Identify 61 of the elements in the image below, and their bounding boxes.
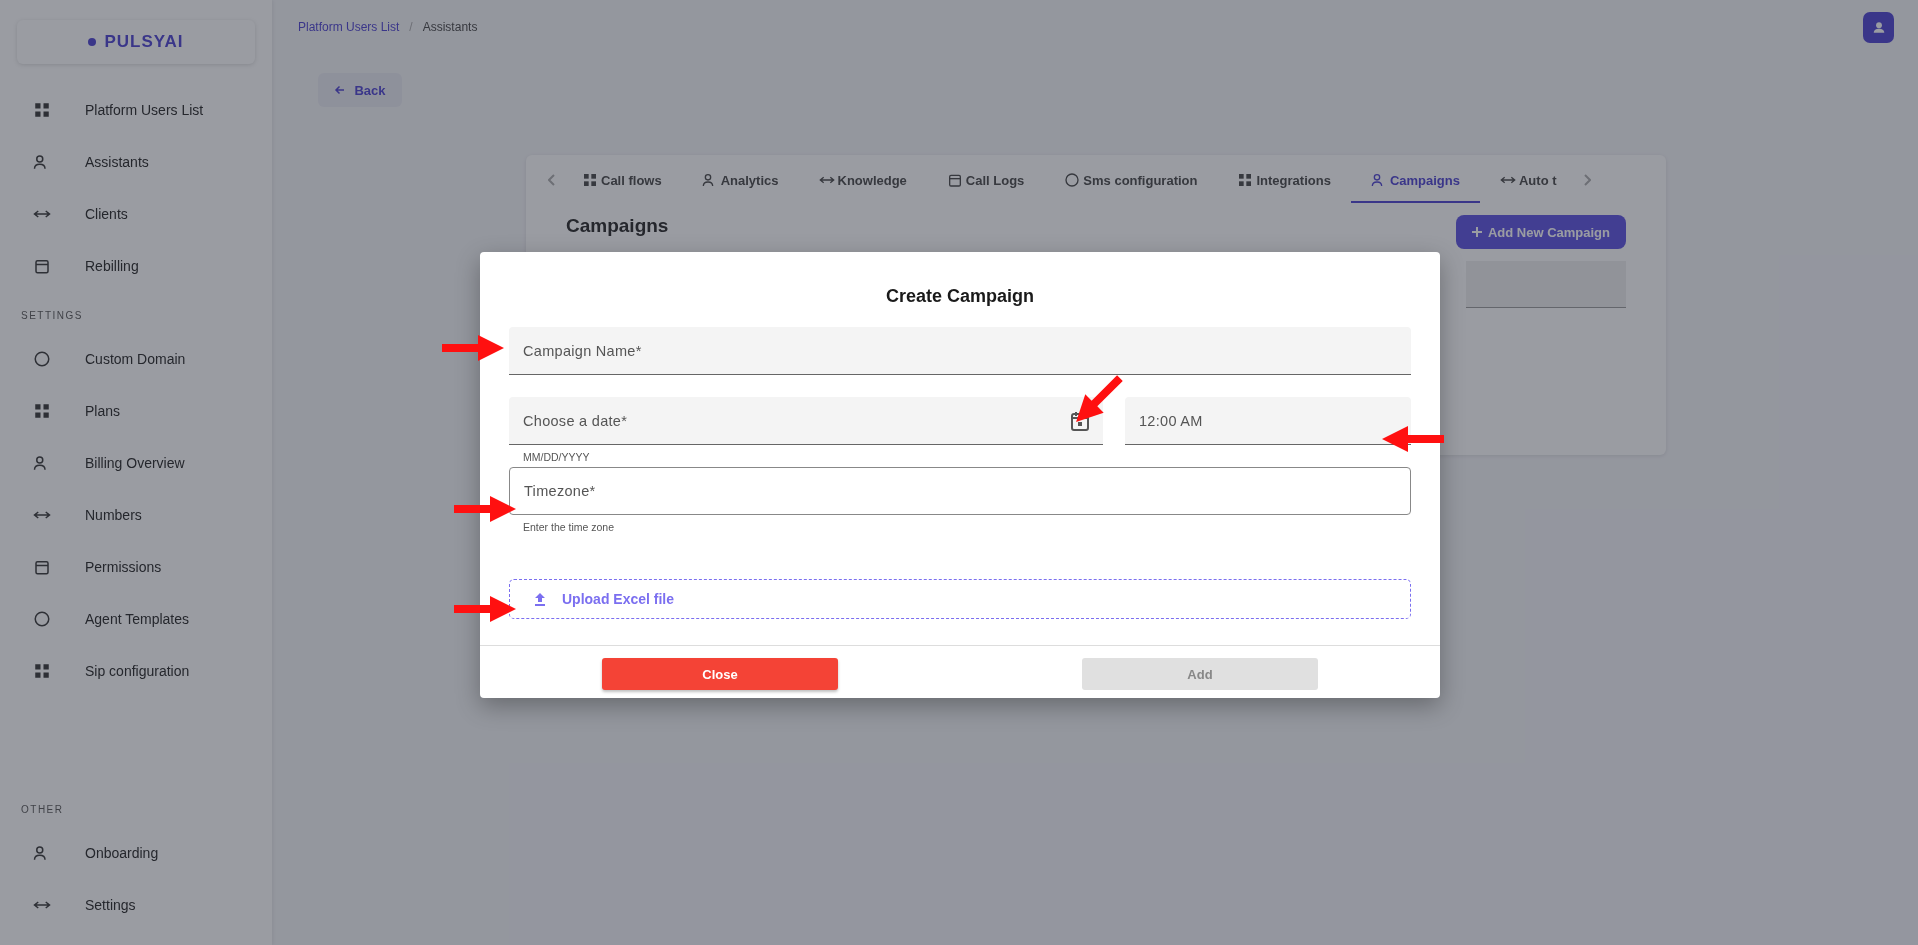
tab[interactable]: Sms configuration [1044, 159, 1218, 203]
sidebar-item[interactable]: Onboarding [17, 827, 255, 879]
helper-text: Enter the time zone [522, 520, 616, 535]
plus-icon [1471, 227, 1482, 237]
sidebar-item[interactable]: Platform Users List [17, 84, 255, 136]
date-field[interactable]: Choose a date* [509, 397, 1103, 445]
helper-text: MM/DD/YYYY [522, 450, 591, 465]
sidebar-item[interactable]: Billing Overview [17, 437, 255, 489]
menu-item-icon [33, 350, 51, 368]
annotation-arrow [452, 594, 518, 624]
chevron-right-icon[interactable] [1582, 174, 1591, 186]
tab[interactable]: Integrations [1217, 159, 1351, 203]
menu-item-icon [33, 402, 51, 420]
section-heading: OTHER [20, 803, 65, 817]
name-field[interactable]: Campaign Name* [509, 327, 1411, 375]
breadcrumb-link[interactable]: Platform Users List [298, 20, 400, 34]
menu-item-icon [33, 662, 51, 680]
breadcrumb-current: Assistants [422, 20, 478, 34]
logo: PULSYAI [17, 20, 255, 64]
sidebar-item[interactable]: Sip configuration [17, 645, 255, 697]
annotation-arrow [1380, 424, 1446, 454]
back-button[interactable]: Back [318, 73, 402, 107]
section-heading: SETTINGS [20, 309, 84, 323]
upload-icon [534, 592, 546, 606]
tab[interactable]: Knowledge [798, 159, 927, 203]
annotation-arrow [452, 494, 518, 524]
sidebar-item[interactable]: Agent Templates [17, 593, 255, 645]
sidebar-item[interactable]: Permissions [17, 541, 255, 593]
close-button[interactable]: Close [602, 658, 838, 690]
time-field[interactable]: 12:00 AM [1125, 397, 1411, 445]
upload-button[interactable]: Upload Excel file [509, 579, 1411, 619]
menu-item-icon [33, 257, 51, 275]
sidebar-item[interactable]: Numbers [17, 489, 255, 541]
annotation-arrow [440, 333, 506, 363]
tab[interactable]: Analytics [681, 159, 799, 203]
tab-icon [582, 172, 598, 188]
menu-item-icon [33, 610, 51, 628]
menu-item-icon [33, 101, 51, 119]
sidebar-item[interactable]: Settings [17, 879, 255, 931]
sidebar-item[interactable]: Plans [17, 385, 255, 437]
dialog-title: Create Campaign [884, 285, 1035, 308]
tab[interactable]: Call Logs [926, 159, 1045, 203]
tab-icon [1064, 172, 1081, 188]
avatar[interactable] [1863, 11, 1894, 43]
tab-icon [1237, 172, 1254, 188]
chevron-left-icon[interactable] [548, 174, 556, 186]
menu-item-icon [33, 558, 51, 576]
search-field[interactable] [1466, 261, 1626, 308]
tab[interactable]: Auto t [1479, 159, 1577, 203]
sidebar-item[interactable]: Clients [17, 188, 255, 240]
tab-icon [946, 172, 963, 188]
breadcrumb-separator: / [409, 20, 413, 34]
section-title: Campaigns [566, 215, 669, 237]
sidebar-item[interactable]: Custom Domain [17, 333, 255, 385]
tab[interactable]: Call flows [562, 159, 682, 203]
sidebar-item[interactable]: Assistants [17, 136, 255, 188]
timezone-field[interactable]: Timezone* [509, 467, 1411, 515]
arrow-left-icon [334, 84, 347, 96]
sidebar-item[interactable]: Rebilling [17, 240, 255, 292]
tab[interactable]: Campaigns [1350, 159, 1480, 203]
add-campaign-button[interactable]: Add New Campaign [1455, 215, 1626, 249]
